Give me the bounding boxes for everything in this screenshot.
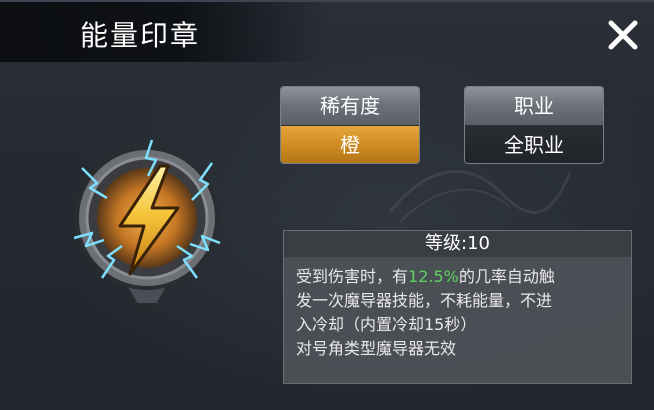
description-panel: 等级:10 受到伤害时，有12.5%的几率自动触 发一次魔导器技能，不耗能量，不… [283,230,632,384]
profession-label: 职业 [465,87,603,126]
description-text: 受到伤害时，有12.5%的几率自动触 发一次魔导器技能，不耗能量，不进 入冷却（… [284,257,631,361]
rarity-value: 橙 [281,126,419,163]
description-line-4: 对号角类型魔导器无效 [296,339,457,358]
lightning-seal-icon [62,128,232,308]
rarity-box: 稀有度 橙 [280,86,420,164]
proc-chance-value: 12.5% [408,267,459,286]
profession-box: 职业 全职业 [464,86,604,164]
profession-value: 全职业 [465,126,603,163]
background-swirl-decoration [388,170,572,223]
close-icon[interactable] [604,16,642,54]
description-line-2: 发一次魔导器技能，不耗能量，不进 [296,291,553,310]
rarity-label: 稀有度 [281,87,419,126]
description-line-1: 受到伤害时，有12.5%的几率自动触 [296,265,619,289]
dialog-title: 能量印章 [80,19,201,52]
description-line-1-start: 受到伤害时，有 [296,267,409,286]
item-detail-dialog: 能量印章 稀有度 橙 职业 全职业 等级:10 受到伤害时，有12.5%的几率自… [0,0,654,410]
description-line-1-end: 的几率自动触 [458,267,555,286]
level-label: 等级:10 [284,231,631,257]
description-line-3: 入冷却（内置冷却15秒） [296,315,477,334]
